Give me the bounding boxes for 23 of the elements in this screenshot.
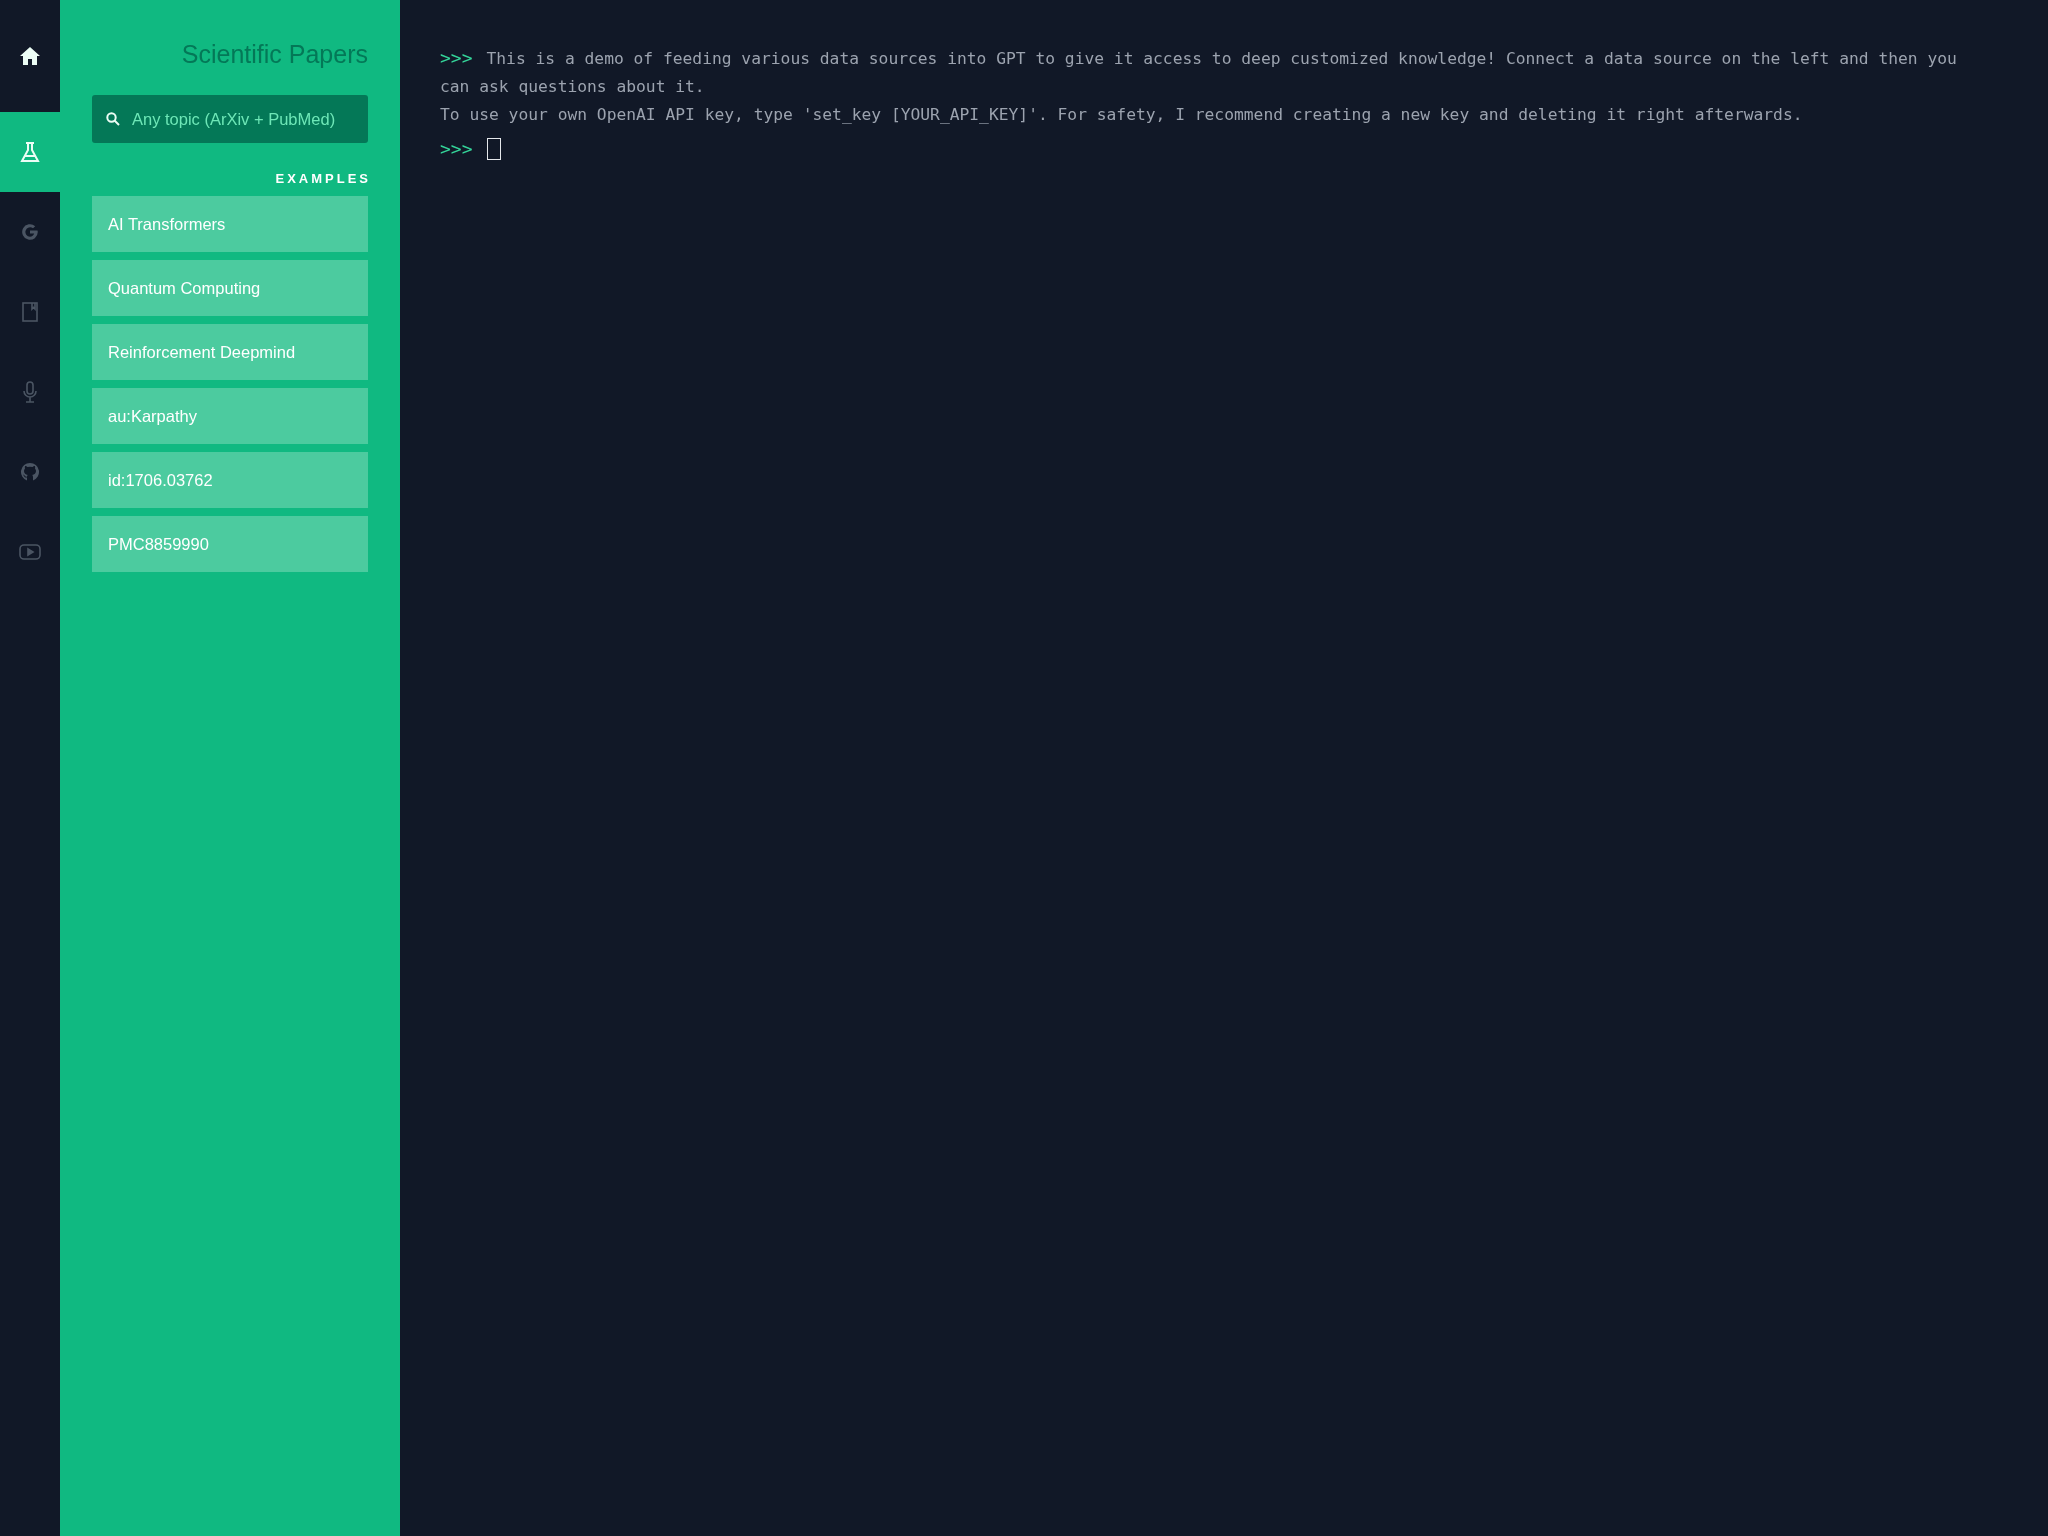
- search-icon: [106, 112, 120, 126]
- home-icon: [19, 46, 41, 66]
- example-button[interactable]: au:Karpathy: [92, 388, 368, 444]
- video-play-icon: [19, 544, 41, 560]
- microphone-icon: [22, 381, 38, 403]
- search-field[interactable]: Any topic (ArXiv + PubMed): [92, 95, 368, 143]
- prompt-symbol: >>>: [440, 137, 473, 161]
- terminal-output: can ask questions about it.: [440, 76, 705, 98]
- google-icon: [21, 223, 39, 241]
- flask-icon: [20, 141, 40, 163]
- example-button[interactable]: Reinforcement Deepmind: [92, 324, 368, 380]
- examples-heading: EXAMPLES: [275, 171, 371, 186]
- prompt-symbol: >>>: [440, 46, 473, 70]
- terminal-output: To use your own OpenAI API key, type 'set_key [YOUR_API_KEY]'. For safety, I recommend creating a new key and deleting it right afterwards.: [440, 104, 1803, 126]
- text-cursor[interactable]: [486, 138, 501, 160]
- example-button[interactable]: AI Transformers: [92, 196, 368, 252]
- github-icon: [20, 462, 40, 482]
- example-button[interactable]: Quantum Computing: [92, 260, 368, 316]
- book-icon: [22, 302, 38, 322]
- terminal-output: This is a demo of feeding various data sources into GPT to give it access to deep customized knowledge! Connect a data source on the left and then you: [486, 48, 1957, 70]
- example-button[interactable]: PMC8859990: [92, 516, 368, 572]
- panel-title: Scientific Papers: [181, 40, 368, 69]
- example-button[interactable]: id:1706.03762: [92, 452, 368, 508]
